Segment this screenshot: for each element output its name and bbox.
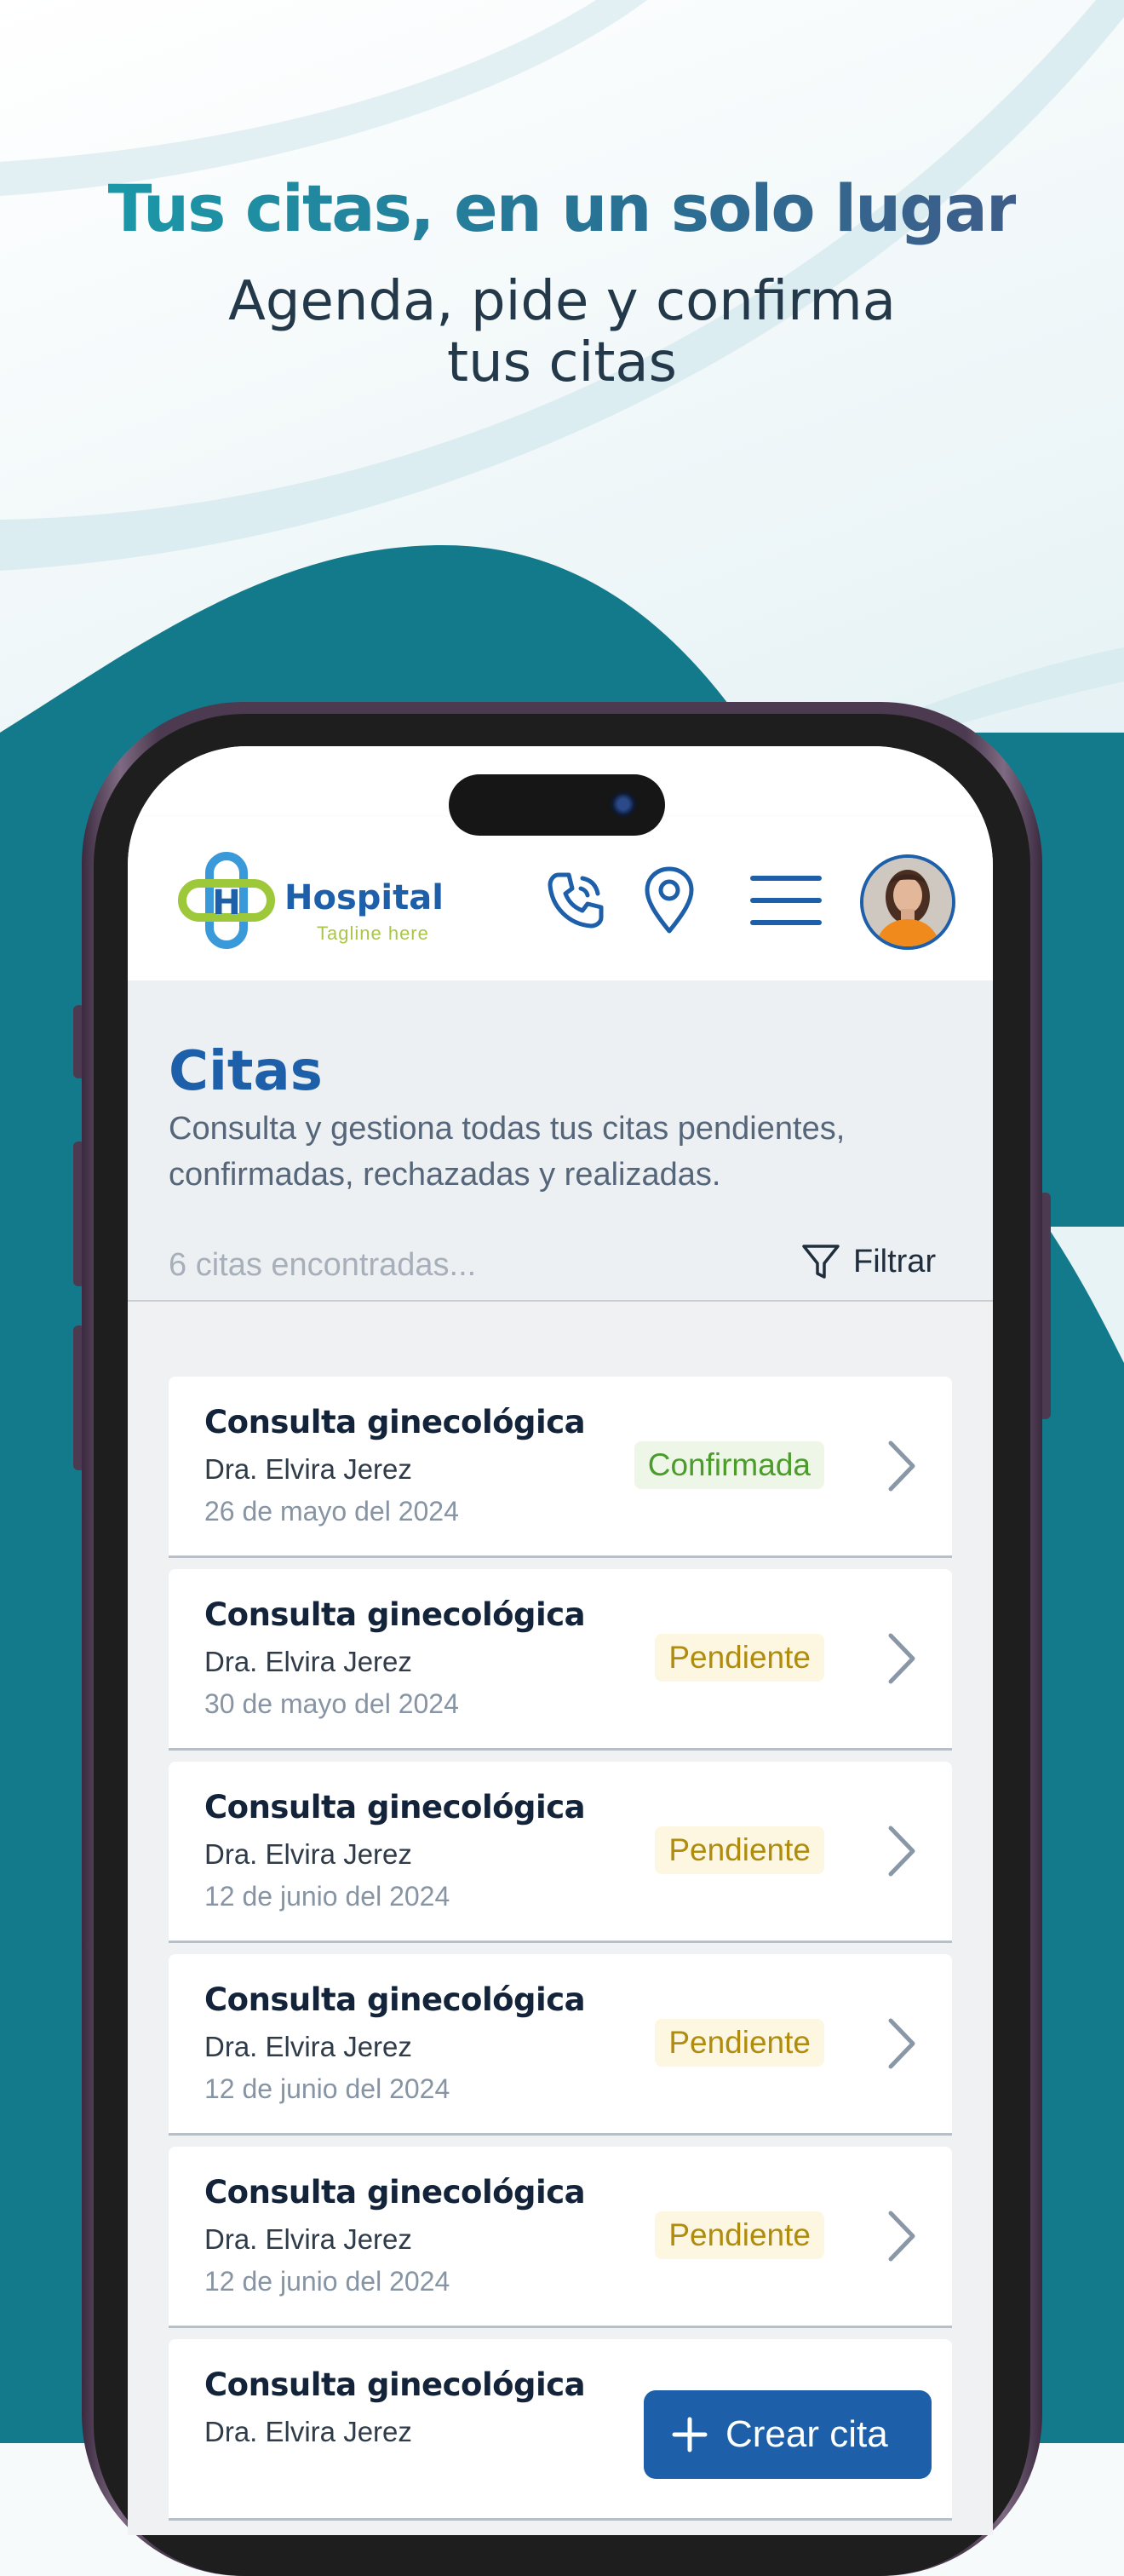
menu-icon[interactable] bbox=[749, 873, 823, 928]
filter-label: Filtrar bbox=[853, 1243, 937, 1279]
appointment-doctor: Dra. Elvira Jerez bbox=[204, 1838, 412, 1870]
phone-screen: H Hospital Tagline here Citas Consulta y… bbox=[128, 746, 993, 2535]
results-count: 6 citas encontradas... bbox=[169, 1247, 477, 1283]
chevron-right-icon[interactable] bbox=[879, 1629, 921, 1688]
status-badge: Pendiente bbox=[655, 2019, 824, 2067]
phone-icon[interactable] bbox=[543, 868, 608, 933]
appointment-title: Consulta ginecológica bbox=[204, 1596, 586, 1633]
chevron-right-icon[interactable] bbox=[879, 2206, 921, 2266]
user-avatar[interactable] bbox=[860, 854, 955, 950]
appointment-doctor: Dra. Elvira Jerez bbox=[204, 2416, 412, 2447]
appointment-title: Consulta ginecológica bbox=[204, 1981, 586, 2018]
chevron-right-icon[interactable] bbox=[879, 1821, 921, 1881]
appointment-date: 30 de mayo del 2024 bbox=[204, 1688, 459, 1719]
promo-headline: Tus citas, en un solo lugar bbox=[107, 170, 1018, 246]
appointment-doctor: Dra. Elvira Jerez bbox=[204, 2031, 412, 2062]
appointment-date: 26 de mayo del 2024 bbox=[204, 1496, 459, 1527]
front-camera bbox=[611, 791, 636, 817]
status-badge: Pendiente bbox=[655, 2211, 824, 2259]
appointment-date: 12 de junio del 2024 bbox=[204, 1881, 450, 1912]
hospital-logo-icon[interactable]: H bbox=[177, 851, 276, 950]
page-title: Citas bbox=[169, 1040, 323, 1103]
svg-text:H: H bbox=[212, 883, 240, 923]
create-appointment-button[interactable]: Crear cita bbox=[644, 2390, 932, 2479]
appointment-title: Consulta ginecológica bbox=[204, 1789, 586, 1826]
appointment-doctor: Dra. Elvira Jerez bbox=[204, 1453, 412, 1485]
status-badge: Pendiente bbox=[655, 1634, 824, 1682]
appointment-card[interactable]: Consulta ginecológica Dra. Elvira Jerez … bbox=[169, 2147, 952, 2328]
location-pin-icon[interactable] bbox=[642, 865, 697, 934]
chevron-right-icon[interactable] bbox=[879, 1436, 921, 1496]
appointment-title: Consulta ginecológica bbox=[204, 2366, 586, 2403]
create-appointment-label: Crear cita bbox=[725, 2413, 888, 2455]
appointment-title: Consulta ginecológica bbox=[204, 1404, 586, 1440]
app-header: H Hospital Tagline here bbox=[128, 817, 993, 980]
appointment-doctor: Dra. Elvira Jerez bbox=[204, 2223, 412, 2255]
logo-tagline: Tagline here bbox=[317, 923, 429, 944]
promo-subline-line-2: tus citas bbox=[447, 331, 677, 394]
logo-text: Hospital bbox=[284, 878, 444, 917]
page-description: Consulta y gestiona todas tus citas pend… bbox=[169, 1111, 846, 1193]
promo-subline: Agenda, pide y confirma tus citas bbox=[0, 271, 1124, 394]
appointment-card[interactable]: Consulta ginecológica Dra. Elvira Jerez … bbox=[169, 1762, 952, 1943]
appointment-title: Consulta ginecológica bbox=[204, 2174, 586, 2211]
status-badge: Pendiente bbox=[655, 1826, 824, 1874]
appointment-doctor: Dra. Elvira Jerez bbox=[204, 1646, 412, 1677]
filter-icon bbox=[802, 1245, 840, 1279]
appointment-card[interactable]: Consulta ginecológica Dra. Elvira Jerez … bbox=[169, 1954, 952, 2136]
appointment-date: 12 de junio del 2024 bbox=[204, 2266, 450, 2297]
avatar-portrait-icon bbox=[863, 858, 952, 946]
appointment-date: 12 de junio del 2024 bbox=[204, 2073, 450, 2104]
chevron-right-icon[interactable] bbox=[879, 2014, 921, 2073]
status-badge: Confirmada bbox=[634, 1441, 824, 1489]
appointment-card[interactable]: Consulta ginecológica Dra. Elvira Jerez … bbox=[169, 1377, 952, 1558]
promo-subline-line-1: Agenda, pide y confirma bbox=[228, 270, 896, 333]
filter-button[interactable]: Filtrar bbox=[800, 1240, 936, 1283]
plus-icon bbox=[672, 2417, 708, 2452]
appointment-card[interactable]: Consulta ginecológica Dra. Elvira Jerez … bbox=[169, 1569, 952, 1751]
